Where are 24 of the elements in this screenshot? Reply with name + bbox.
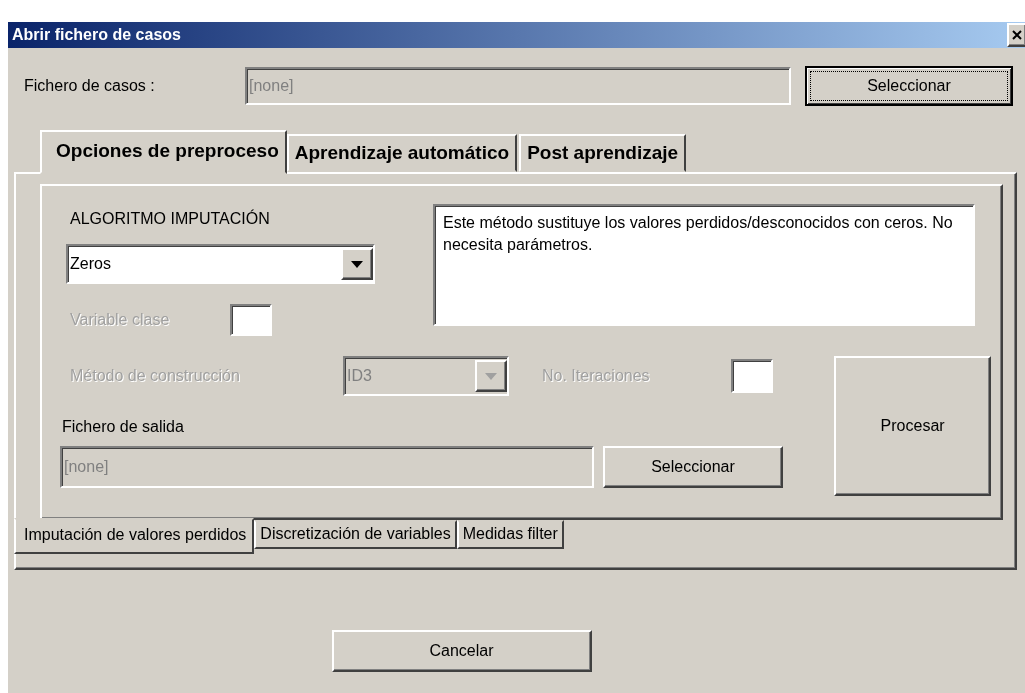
- class-variable-field[interactable]: [230, 304, 272, 336]
- select-button[interactable]: Seleccionar: [805, 66, 1013, 106]
- output-file-label: Fichero de salida: [62, 418, 185, 436]
- window-title: Abrir fichero de casos: [12, 26, 181, 44]
- select-button[interactable]: Seleccionar: [603, 446, 783, 488]
- dropdown-value: Zeros: [70, 255, 111, 273]
- tab[interactable]: Discretización de variables: [254, 520, 457, 549]
- tab[interactable]: Post aprendizaje: [519, 134, 687, 172]
- tab[interactable]: Aprendizaje automático: [286, 134, 518, 172]
- tab[interactable]: Opciones de preproceso: [40, 130, 287, 174]
- dropdown-value: ID3: [347, 367, 372, 385]
- tab[interactable]: Imputación de valores perdidos: [14, 518, 255, 554]
- case-file-label: Fichero de casos :: [24, 77, 156, 95]
- close-button[interactable]: [1007, 23, 1025, 47]
- process-button[interactable]: Procesar: [834, 356, 991, 496]
- algorithm-heading: ALGORITMO IMPUTACIÓN: [70, 210, 271, 228]
- iterations-field[interactable]: [731, 359, 773, 393]
- close-icon: [1012, 30, 1022, 40]
- description-box: Este método sustituye los valores perdidos/desconocidos con ceros. No necesita parámetros.: [433, 204, 975, 326]
- dropdown-arrow-icon: [485, 372, 497, 380]
- algorithm-dropdown[interactable]: Zeros: [66, 244, 375, 284]
- dropdown-arrow-icon: [351, 260, 363, 268]
- cancel-button[interactable]: Cancelar: [331, 630, 592, 672]
- tab[interactable]: Medidas filter: [456, 520, 564, 549]
